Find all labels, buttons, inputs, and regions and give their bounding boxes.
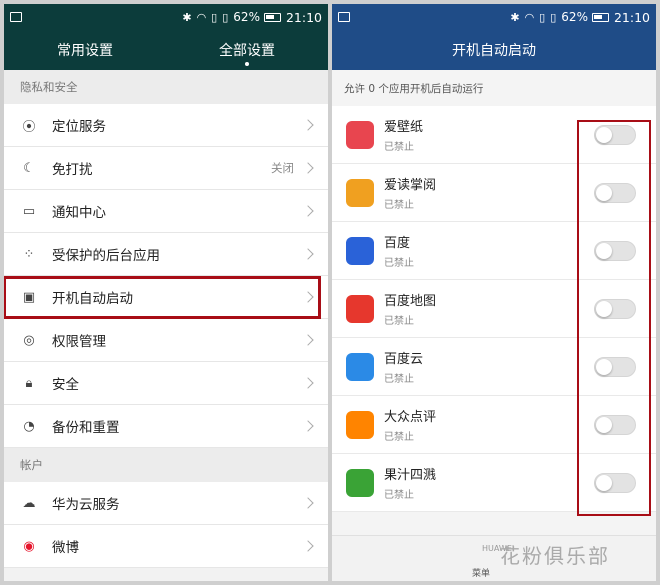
sim2-icon: ▯ [550, 10, 557, 24]
baidu-cloud-icon [346, 352, 374, 381]
wifi-icon: ◠ [196, 10, 207, 24]
settings-item-label: 权限管理 [52, 334, 106, 350]
settings-item-label: 微博 [52, 540, 79, 556]
settings-item-label: 安全 [52, 377, 79, 393]
status-bar: ✱ ◠ ▯ ▯ 62% 21:10 [332, 4, 656, 30]
chevron-right-icon [302, 162, 314, 174]
settings-item-startup[interactable]: ▣ 开机自动启动 [4, 276, 328, 319]
app-status: 已禁止 [384, 316, 414, 327]
lock-icon: 🔒︎ [25, 375, 33, 391]
chevron-right-icon [302, 497, 314, 509]
app-name: 百度 [384, 236, 411, 251]
bluetooth-icon: ✱ [182, 10, 192, 24]
settings-item-label: 华为云服务 [52, 497, 120, 513]
allowed-count-text: 允许 0 个应用开机后自动运行 [344, 82, 484, 95]
settings-item-label: 通知中心 [52, 205, 106, 221]
tab-all-settings-label: 全部设置 [219, 43, 275, 59]
sim-icon: ▯ [539, 10, 546, 24]
settings-item-apps[interactable]: ⁘ 受保护的后台应用 [4, 233, 328, 276]
clock: 21:10 [285, 9, 322, 25]
baidu-map-icon [346, 294, 374, 323]
settings-item-backup[interactable]: ◔ 备份和重置 [4, 405, 328, 448]
app-status: 已禁止 [384, 374, 414, 385]
toggle-highlight-box [577, 120, 651, 516]
settings-item-label: 免打扰 [52, 162, 93, 178]
settings-item-moon[interactable]: ☾ 免打扰 关闭 [4, 147, 328, 190]
tab-all-settings[interactable]: 全部设置 [166, 40, 328, 66]
baidu-icon [346, 236, 374, 265]
screenshot-frame: ✱ ◠ ▯ ▯ 62% 21:10 常用设置 全部设置 隐私和安全 ⦿ 定位服务 ☾… [0, 0, 660, 585]
apps-icon: ⁘ [23, 246, 35, 262]
page-title: 开机自动启动 [332, 30, 656, 70]
settings-item-notification[interactable]: ▭ 通知中心 [4, 190, 328, 233]
photo-notification-icon [338, 12, 350, 22]
sim2-icon: ▯ [222, 10, 229, 24]
notification-icon: ▭ [22, 203, 36, 219]
settings-item-label: 受保护的后台应用 [52, 248, 160, 264]
app-name: 百度地图 [384, 294, 437, 309]
fruit-game-icon [346, 468, 374, 497]
chevron-right-icon [302, 377, 314, 389]
settings-item-lock[interactable]: 🔒︎ 安全 [4, 362, 328, 405]
startup-manager-screen: ✱ ◠ ▯ ▯ 62% 21:10 开机自动启动 允许 0 个应用开机后自动运行… [332, 4, 656, 581]
chevron-right-icon [302, 420, 314, 432]
app-status: 已禁止 [384, 490, 414, 501]
menu-button[interactable]: 菜单 [472, 566, 490, 579]
ireader-icon [346, 178, 374, 207]
app-name: 百度云 [384, 352, 424, 367]
settings-item-permission[interactable]: ◎ 权限管理 [4, 319, 328, 362]
chevron-right-icon [302, 248, 314, 260]
watermark: 花粉俱乐部 [500, 544, 610, 568]
aibizhi-icon [346, 120, 374, 149]
settings-item-weibo[interactable]: ◉ 微博 [4, 525, 328, 568]
settings-tabs: 常用设置 全部设置 [4, 30, 328, 70]
location-icon: ⦿ [22, 119, 36, 135]
settings-item-label: 备份和重置 [52, 420, 120, 436]
sim-icon: ▯ [211, 10, 218, 24]
permission-icon: ◎ [23, 332, 35, 348]
settings-item-label: 定位服务 [52, 119, 106, 135]
app-name: 大众点评 [384, 410, 437, 425]
app-status: 已禁止 [384, 432, 414, 443]
tab-common-settings[interactable]: 常用设置 [4, 40, 166, 60]
settings-screen: ✱ ◠ ▯ ▯ 62% 21:10 常用设置 全部设置 隐私和安全 ⦿ 定位服务 ☾… [4, 4, 328, 581]
app-name: 爱读掌阅 [384, 178, 437, 193]
chevron-right-icon [302, 119, 314, 131]
chevron-right-icon [302, 334, 314, 346]
photo-notification-icon [10, 12, 22, 22]
settings-item-value: 关闭 [271, 161, 294, 175]
bottom-bar: HUAWEI 花粉俱乐部 菜单 [332, 535, 656, 581]
battery-percent: 62% [561, 10, 588, 24]
status-bar: ✱ ◠ ▯ ▯ 62% 21:10 [4, 4, 328, 30]
weibo-icon: ◉ [23, 538, 35, 554]
app-name: 果汁四溅 [384, 468, 437, 483]
bluetooth-icon: ✱ [510, 10, 520, 24]
wifi-icon: ◠ [524, 10, 535, 24]
active-tab-indicator [245, 62, 249, 66]
battery-percent: 62% [233, 10, 260, 24]
settings-item-cloud[interactable]: ☁ 华为云服务 [4, 482, 328, 525]
selected-item-highlight [4, 276, 321, 319]
settings-item-location[interactable]: ⦿ 定位服务 [4, 104, 328, 147]
battery-icon [263, 12, 281, 22]
moon-icon: ☾ [23, 160, 35, 176]
backup-icon: ◔ [23, 418, 35, 434]
clock: 21:10 [613, 9, 650, 25]
section-header-accounts: 帐户 [4, 448, 328, 482]
battery-icon [591, 12, 609, 22]
section-header-privacy: 隐私和安全 [4, 70, 328, 104]
app-name: 爱壁纸 [384, 120, 424, 135]
chevron-right-icon [302, 540, 314, 552]
cloud-icon: ☁ [22, 495, 36, 511]
dianping-icon [346, 410, 374, 439]
app-status: 已禁止 [384, 142, 414, 153]
chevron-right-icon [302, 205, 314, 217]
app-status: 已禁止 [384, 200, 414, 211]
app-status: 已禁止 [384, 258, 414, 269]
